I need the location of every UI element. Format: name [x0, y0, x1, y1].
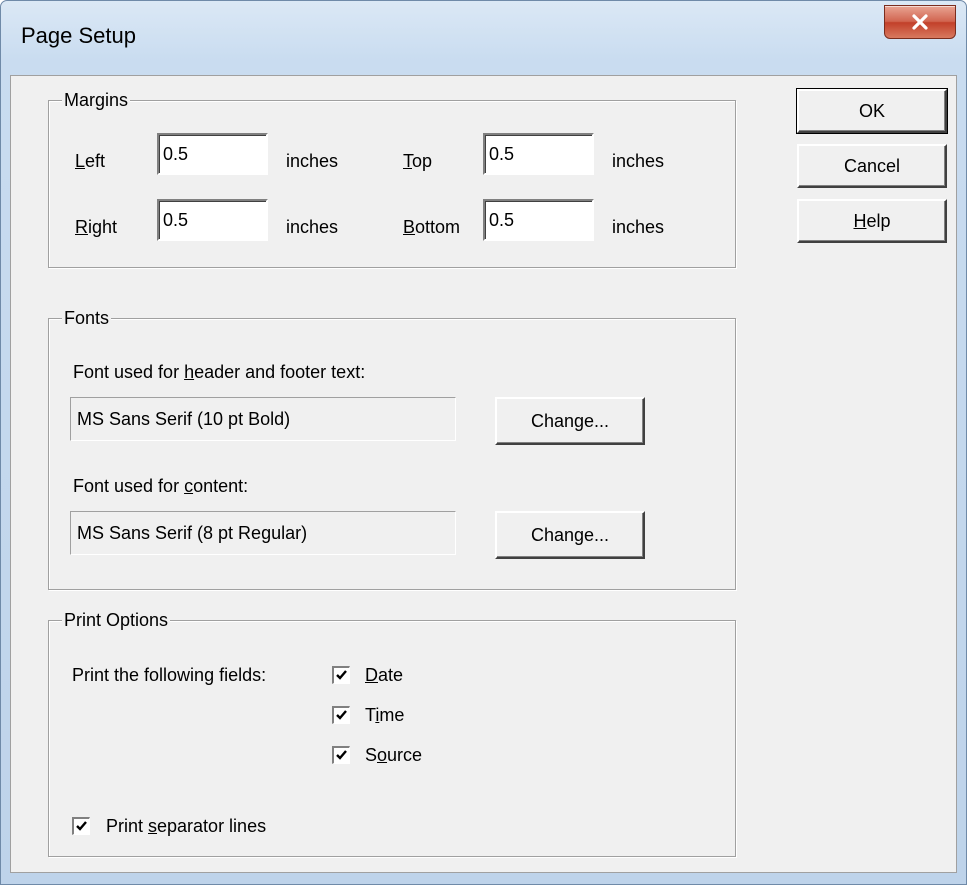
print-options-group-title: Print Options — [62, 609, 171, 631]
left-margin-label: Left — [75, 151, 106, 171]
source-checkbox-label[interactable]: Source — [365, 744, 422, 766]
fonts-group: Fonts Font used for header and footer te… — [48, 307, 736, 590]
left-margin-input[interactable] — [157, 133, 268, 175]
content-font-display: MS Sans Serif (8 pt Regular) — [70, 511, 456, 555]
time-checkbox[interactable] — [332, 706, 350, 724]
header-font-display: MS Sans Serif (10 pt Bold) — [70, 397, 456, 441]
separator-lines-label[interactable]: Print separator lines — [106, 815, 266, 837]
right-margin-unit: inches — [286, 217, 339, 237]
help-button-label: Help — [853, 211, 891, 231]
top-margin-input[interactable] — [483, 133, 594, 175]
content-font-label: Font used for content: — [73, 476, 249, 496]
right-margin-label: Right — [75, 217, 118, 237]
left-margin-unit: inches — [286, 151, 339, 171]
dialog-client-area: Margins Left inches Top inches Right inc… — [10, 75, 957, 873]
separator-lines-checkbox[interactable] — [72, 817, 90, 835]
close-button[interactable] — [884, 5, 956, 39]
checkmark-icon — [76, 821, 87, 831]
help-button[interactable]: Help — [797, 199, 947, 243]
change-content-font-button[interactable]: Change... — [495, 511, 645, 559]
cancel-button[interactable]: Cancel — [797, 144, 947, 188]
margins-group-title: Margins — [62, 89, 131, 111]
close-icon — [912, 14, 928, 30]
bottom-margin-input[interactable] — [483, 199, 594, 241]
fonts-group-title: Fonts — [62, 307, 112, 329]
dialog-title: Page Setup — [21, 23, 136, 48]
bottom-margin-label: Bottom — [403, 217, 461, 237]
right-margin-input[interactable] — [157, 199, 268, 241]
checkmark-icon — [336, 670, 347, 680]
source-checkbox[interactable] — [332, 746, 350, 764]
bottom-margin-unit: inches — [612, 217, 665, 237]
margins-group: Margins Left inches Top inches Right inc… — [48, 89, 736, 268]
page-setup-dialog: Page Setup Margins Left inches Top inche… — [0, 0, 967, 885]
header-font-label: Font used for header and footer text: — [73, 362, 366, 382]
checkmark-icon — [336, 750, 347, 760]
date-checkbox[interactable] — [332, 666, 350, 684]
change-header-font-button[interactable]: Change... — [495, 397, 645, 445]
date-checkbox-label[interactable]: Date — [365, 664, 403, 686]
ok-button[interactable]: OK — [796, 88, 948, 134]
checkmark-icon — [336, 710, 347, 720]
top-margin-unit: inches — [612, 151, 665, 171]
title-bar[interactable]: Page Setup — [1, 1, 966, 75]
top-margin-label: Top — [403, 151, 433, 171]
print-fields-label: Print the following fields: — [72, 665, 267, 685]
time-checkbox-label[interactable]: Time — [365, 704, 404, 726]
print-options-group: Print Options Print the following fields… — [48, 609, 736, 857]
